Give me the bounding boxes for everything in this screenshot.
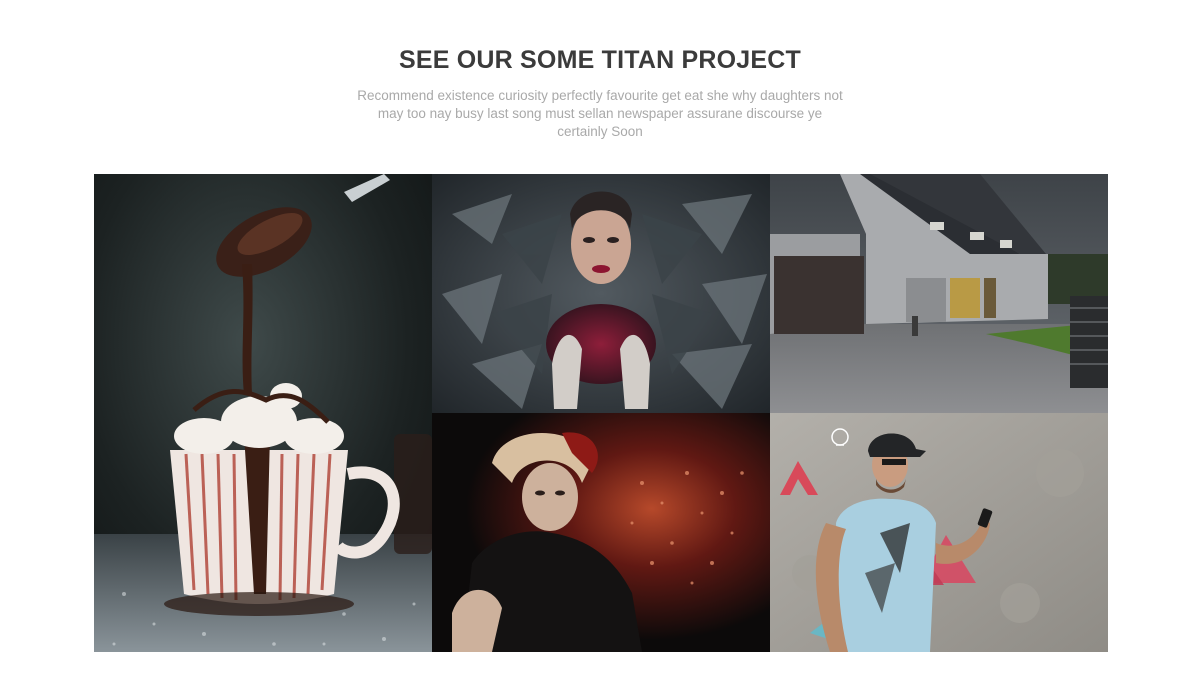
modern-house-image [770,174,1108,413]
hot-chocolate-image [94,174,432,652]
street-portrait-image [770,413,1108,652]
project-tile-hot-chocolate[interactable] [94,174,432,652]
section-title: SEE OUR SOME TITAN PROJECT [398,46,801,74]
project-tile-street-portrait[interactable] [770,413,1108,652]
project-tile-modern-house[interactable] [770,174,1108,413]
project-tile-particle-portrait[interactable] [432,413,770,652]
feather-portrait-image [432,174,770,413]
project-tile-feather-portrait[interactable] [432,174,770,413]
section-description: Recommend existence curiosity perfectly … [357,88,843,139]
particle-portrait-image [432,413,770,652]
project-gallery [94,174,1108,652]
projects-section: SEE OUR SOME TITAN PROJECT Recommend exi… [0,0,1200,700]
